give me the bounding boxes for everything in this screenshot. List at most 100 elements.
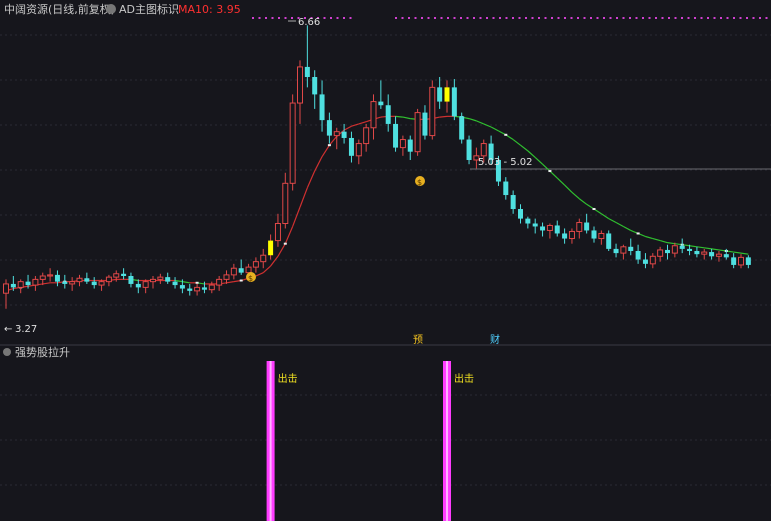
marker-dot xyxy=(512,17,514,19)
marker-dot xyxy=(655,17,657,19)
candle xyxy=(399,135,406,156)
settings-icon[interactable] xyxy=(106,4,116,14)
candle-body xyxy=(723,254,729,258)
ma10-segment xyxy=(284,226,294,244)
candle xyxy=(620,244,627,260)
candle xyxy=(3,279,9,309)
ma10-segment xyxy=(659,240,668,244)
marker-dot xyxy=(336,17,339,19)
candle xyxy=(54,270,60,287)
ma10-segment xyxy=(711,248,720,251)
candle-body xyxy=(187,288,193,291)
ma10-segment xyxy=(439,115,448,118)
marker-dot xyxy=(525,17,527,19)
candle-body xyxy=(105,276,112,283)
ma10-segment xyxy=(174,279,183,283)
candle xyxy=(32,276,39,291)
ma10-segment xyxy=(358,121,367,125)
ma10-segment xyxy=(299,187,308,208)
ma10-marker xyxy=(636,232,640,235)
candle-body xyxy=(47,274,54,277)
lower-panel-title[interactable]: 强势股拉升 xyxy=(15,345,70,359)
marker-dot xyxy=(668,17,670,19)
marker-dot xyxy=(473,17,475,19)
candle-body xyxy=(172,281,178,286)
candle xyxy=(341,123,347,144)
candle xyxy=(518,204,523,224)
candle-body xyxy=(245,266,252,274)
candle xyxy=(466,135,472,165)
candle-body xyxy=(289,102,296,184)
event-tag-finance[interactable]: 财 xyxy=(490,333,500,346)
ma10-segment xyxy=(321,144,330,157)
indicator-name[interactable]: AD主图标识 xyxy=(119,2,179,16)
ma10-segment xyxy=(615,221,624,227)
candle xyxy=(69,277,76,291)
ma10-segment xyxy=(608,218,617,224)
candle-body xyxy=(532,223,538,227)
candle-body xyxy=(738,256,744,266)
marker-dot xyxy=(544,17,547,19)
candle-body xyxy=(635,250,641,260)
candle xyxy=(562,228,568,244)
candle-body xyxy=(525,218,531,224)
candle xyxy=(194,283,201,296)
marker-dot xyxy=(271,17,274,19)
marker-dot xyxy=(570,17,573,19)
ma10-segment xyxy=(534,157,543,165)
candle-body xyxy=(584,222,590,231)
candle xyxy=(268,234,274,260)
marker-dot xyxy=(713,17,716,19)
marker-dot xyxy=(252,17,254,19)
candle xyxy=(297,60,303,124)
candle-body xyxy=(620,246,627,254)
ma10-segment xyxy=(645,235,653,240)
candle-body xyxy=(598,232,605,240)
candle-body xyxy=(91,281,97,286)
range-label: 5.03 - 5.02 xyxy=(478,157,533,168)
ma10-segment xyxy=(733,251,742,254)
candle-body xyxy=(466,139,472,160)
candle-body xyxy=(39,275,46,280)
candle-body xyxy=(715,253,722,257)
marker-dot xyxy=(401,17,404,19)
candle xyxy=(606,230,612,251)
event-tag-forecast[interactable]: 预 xyxy=(413,334,423,346)
candle-body xyxy=(238,268,244,273)
marker-dot xyxy=(765,17,768,19)
candle xyxy=(540,222,546,237)
marker-dot xyxy=(629,17,631,19)
ma10-segment xyxy=(42,282,51,285)
candle-body xyxy=(230,267,237,276)
candle-body xyxy=(451,87,457,117)
candle-body xyxy=(355,143,362,157)
marker-dot xyxy=(616,17,618,19)
candle-body xyxy=(459,116,465,140)
candle xyxy=(165,272,171,284)
collapse-icon[interactable] xyxy=(3,348,11,356)
candle xyxy=(745,255,751,269)
marker-dot xyxy=(551,17,553,19)
marker-dot xyxy=(635,17,638,19)
ma10-segment xyxy=(623,225,632,231)
signal-label: 出击 xyxy=(278,372,298,385)
candle-body xyxy=(165,277,171,282)
ma10-segment xyxy=(564,184,573,193)
marker-dot xyxy=(479,17,482,19)
ma10-segment xyxy=(556,177,566,186)
annotations: 6.66 ← 3.27 5.03 - 5.02 预 财 $ $ xyxy=(4,17,533,346)
candle-body xyxy=(540,226,546,231)
candle-body xyxy=(54,274,60,282)
marker-dot xyxy=(590,17,592,19)
candle-body xyxy=(422,112,428,136)
marker-dot xyxy=(557,17,560,19)
candle xyxy=(598,230,605,245)
candle-body xyxy=(69,281,76,285)
ma10-segment xyxy=(351,123,359,127)
marker-dot xyxy=(330,17,332,19)
candle xyxy=(613,243,619,258)
signal-bars-group: 出击 出击 xyxy=(266,361,474,521)
signal-label: 出击 xyxy=(454,372,474,385)
marker-dot xyxy=(538,17,540,19)
ma10-marker xyxy=(504,133,508,136)
